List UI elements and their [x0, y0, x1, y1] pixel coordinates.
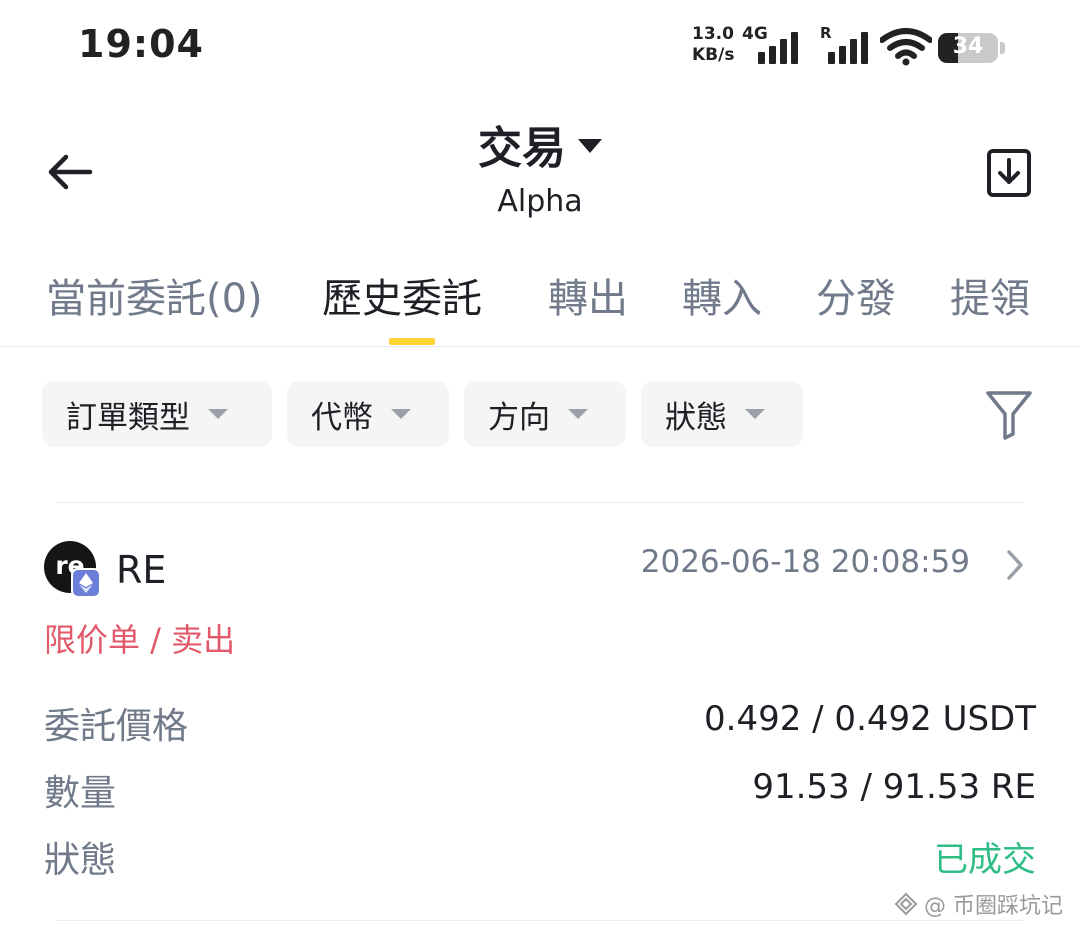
battery-level: 34 [952, 34, 984, 59]
filter-label: 狀態 [665, 399, 727, 436]
status-label: 狀態 [44, 840, 117, 881]
page-subtitle: Alpha [497, 184, 583, 219]
status-value: 已成交 [934, 840, 1036, 880]
order-type-side: 限价单 / 卖出 [44, 621, 236, 659]
filter-token[interactable]: 代幣 [287, 381, 449, 447]
tab-current-orders[interactable]: 當前委託(0) [46, 266, 263, 324]
tab-distribution[interactable]: 分發 [816, 266, 896, 324]
price-value: 0.492 / 0.492 USDT [704, 699, 1036, 739]
filter-order-type[interactable]: 訂單類型 [42, 381, 272, 447]
watermark: @ 币圈踩坑记 [894, 888, 1063, 920]
filter-label: 代幣 [311, 399, 373, 436]
filter-label: 訂單類型 [66, 399, 190, 436]
tab-order-history[interactable]: 歷史委託 [322, 266, 482, 324]
signal-strength-icon-2 [828, 30, 868, 64]
filter-status[interactable]: 狀態 [641, 381, 803, 447]
download-icon[interactable] [986, 148, 1032, 202]
order-timestamp: 2026-06-18 20:08:59 [640, 544, 970, 580]
tab-transfer-out[interactable]: 轉出 [548, 266, 628, 324]
network-speed-value: 13.0 [692, 24, 734, 44]
quantity-value: 91.53 / 91.53 RE [752, 767, 1036, 807]
filter-funnel-icon[interactable] [984, 388, 1034, 444]
network-speed-unit: KB/s [692, 45, 735, 65]
battery-icon: 34 [938, 33, 998, 63]
caret-down-icon [208, 409, 228, 419]
tabs-divider [0, 346, 1080, 347]
signal-strength-icon [758, 30, 798, 64]
quantity-label: 數量 [44, 773, 117, 814]
chevron-right-icon[interactable] [1004, 548, 1026, 586]
battery-cap [1000, 42, 1005, 54]
caret-down-icon [568, 409, 588, 419]
active-tab-indicator [389, 338, 435, 345]
price-label: 委託價格 [44, 706, 189, 747]
diamond-logo-icon [894, 892, 918, 916]
wifi-icon [879, 28, 933, 70]
status-time: 19:04 [78, 22, 204, 66]
caret-down-icon [745, 409, 765, 419]
filter-direction[interactable]: 方向 [464, 381, 626, 447]
list-divider [56, 920, 1024, 921]
token-symbol: RE [116, 548, 167, 592]
tab-withdraw[interactable]: 提領 [950, 266, 1030, 324]
list-divider [56, 502, 1024, 503]
caret-down-icon [578, 139, 602, 153]
watermark-text: @ 币圈踩坑记 [924, 894, 1063, 919]
ethereum-icon [71, 568, 101, 598]
tab-transfer-in[interactable]: 轉入 [682, 266, 762, 324]
network-speed: 13.0 KB/s [692, 24, 734, 66]
caret-down-icon [391, 409, 411, 419]
page-title-dropdown[interactable]: 交易 [0, 112, 1080, 176]
filter-label: 方向 [488, 399, 550, 436]
page-title: 交易 [478, 123, 566, 174]
